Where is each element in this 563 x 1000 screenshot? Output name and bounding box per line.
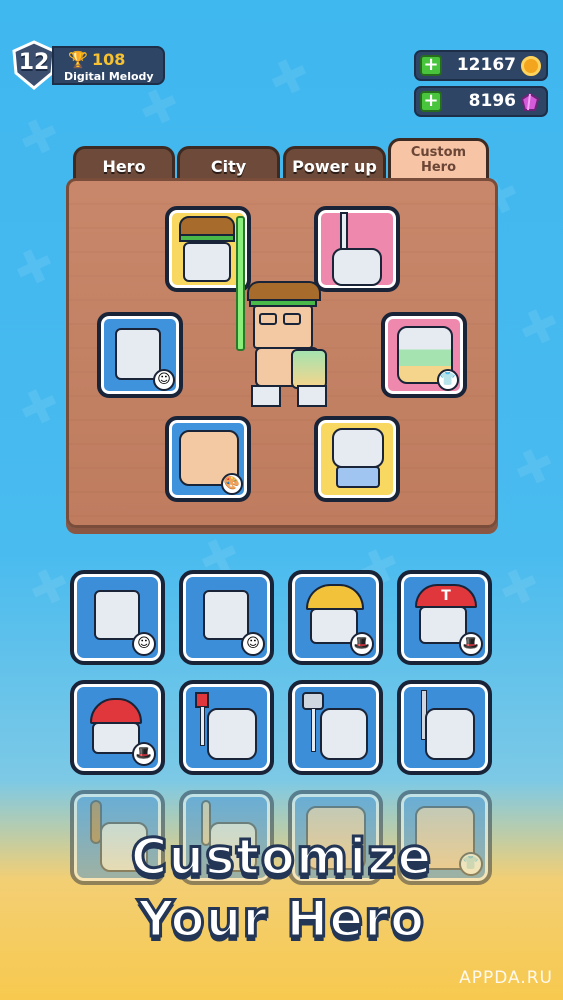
trophy-icon: 🏆 [68,50,88,69]
face-item-1[interactable]: ☺ [70,570,165,665]
banner-line-2: Your Hero [136,889,426,950]
slot-pants[interactable] [314,416,400,502]
shirt-icon: 👕 [437,369,459,391]
gem-amount: 8196 [468,91,516,111]
player-name: Digital Melody [64,70,154,83]
trophy-count: 108 [92,50,126,69]
smile-icon: ☺ [241,632,265,656]
hat-icon: 🎩 [350,632,374,656]
smile-icon: ☺ [132,632,156,656]
coin-amount: 12167 [456,55,516,75]
hat-item-beanie[interactable]: 🎩 [70,680,165,775]
hat-item-hardhat[interactable]: 🎩 [288,570,383,665]
watermark: APPDA.RU [459,968,553,988]
gem-icon [520,93,540,111]
hat-item-cap[interactable]: T 🎩 [397,570,492,665]
player-profile[interactable]: 🏆 108 Digital Melody [52,46,165,85]
player-level: 12 [18,50,50,75]
hat-icon: 🎩 [132,742,156,766]
hat-icon: 🎩 [459,632,483,656]
coin-icon [521,56,541,76]
slot-weapon[interactable] [314,206,400,292]
banner-line-1: Customize [129,827,433,888]
face-item-2[interactable]: ☺ [179,570,274,665]
weapon-item-axe[interactable] [179,680,274,775]
slot-outfit[interactable]: 👕 [381,312,467,398]
add-coins-button[interactable]: + [420,55,442,76]
custom-hero-panel: ☺ 👕 🎨 [66,178,498,528]
weapon-item-sword[interactable] [397,680,492,775]
add-gems-button[interactable]: + [420,91,442,112]
player-level-badge[interactable]: 12 [11,40,57,90]
slot-body[interactable]: 🎨 [165,416,251,502]
slot-face[interactable]: ☺ [97,312,183,398]
smile-icon: ☺ [153,369,175,391]
weapon-item-battleaxe[interactable] [288,680,383,775]
coin-counter: + 12167 [414,50,548,81]
palette-icon: 🎨 [221,473,243,495]
gem-counter: + 8196 [414,86,548,117]
